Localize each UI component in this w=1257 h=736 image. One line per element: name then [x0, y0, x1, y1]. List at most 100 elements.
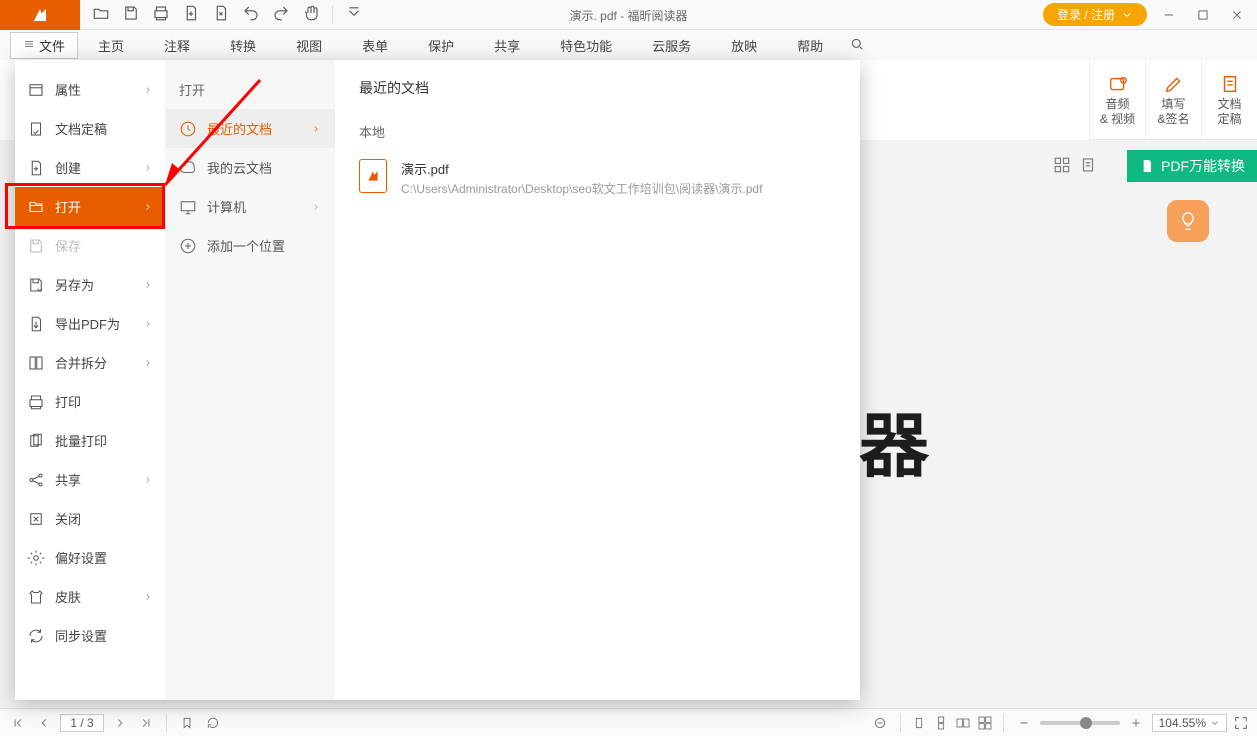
tab-form[interactable]: 表单 — [342, 30, 408, 60]
tab-view[interactable]: 视图 — [276, 30, 342, 60]
backstage-main-menu: 属性 文档定稿 创建 打开 保存 另存为 导出PDF为 — [15, 60, 165, 700]
open-submenu-title: 打开 — [165, 70, 335, 109]
qat-dropdown-icon[interactable] — [345, 4, 363, 25]
reflow-icon[interactable] — [870, 713, 890, 733]
bs-preferences[interactable]: 偏好设置 — [15, 538, 165, 577]
separator — [332, 6, 333, 24]
tab-features[interactable]: 特色功能 — [540, 30, 632, 60]
bs-close[interactable]: 关闭 — [15, 499, 165, 538]
hand-tool-icon[interactable] — [302, 4, 320, 25]
layout-facing-icon[interactable] — [955, 715, 971, 731]
layout-continuous-facing-icon[interactable] — [977, 715, 993, 731]
tab-present[interactable]: 放映 — [711, 30, 777, 60]
zoom-in-button[interactable] — [1126, 713, 1146, 733]
bs-properties[interactable]: 属性 — [15, 70, 165, 109]
file-tab-label: 文件 — [39, 36, 65, 55]
backstage-open-submenu: 打开 最近的文档 我的云文档 计算机 添加一个位置 — [165, 60, 335, 700]
bs-item-label: 打开 — [55, 197, 81, 216]
prev-page-button[interactable] — [34, 713, 54, 733]
ribbon-audio-video[interactable]: 音频& 视频 — [1089, 60, 1145, 139]
close-button[interactable] — [1225, 3, 1249, 27]
ribbon-finalize[interactable]: 文档定稿 — [1201, 60, 1257, 139]
redo-icon[interactable] — [272, 4, 290, 25]
open-computer[interactable]: 计算机 — [165, 187, 335, 226]
print-icon[interactable] — [152, 4, 170, 25]
minimize-button[interactable] — [1157, 3, 1181, 27]
search-icon[interactable] — [843, 36, 865, 55]
bs-item-label: 批量打印 — [55, 431, 107, 450]
bs-item-label: 导出PDF为 — [55, 314, 120, 333]
tab-protect[interactable]: 保护 — [408, 30, 474, 60]
login-button[interactable]: 登录 / 注册 — [1043, 3, 1147, 26]
bookmark-icon[interactable] — [177, 713, 197, 733]
bs-mergesplit[interactable]: 合并拆分 — [15, 343, 165, 382]
first-page-button[interactable] — [8, 713, 28, 733]
page-indicator[interactable]: 1 / 3 — [60, 714, 104, 732]
bs-skin[interactable]: 皮肤 — [15, 577, 165, 616]
backstage-recent-panel: 最近的文档 本地 演示.pdf C:\Users\Administrator\D… — [335, 60, 860, 700]
tab-help[interactable]: 帮助 — [777, 30, 843, 60]
page-plus-icon[interactable] — [182, 4, 200, 25]
last-page-button[interactable] — [136, 713, 156, 733]
bs-open[interactable]: 打开 — [15, 187, 165, 226]
open-icon[interactable] — [92, 4, 110, 25]
zoom-value[interactable]: 104.55% — [1152, 714, 1227, 732]
zoom-out-button[interactable] — [1014, 713, 1034, 733]
bs-item-label: 偏好设置 — [55, 548, 107, 567]
bs-exportpdf[interactable]: 导出PDF为 — [15, 304, 165, 343]
recent-file-name: 演示.pdf — [401, 159, 762, 178]
file-tab[interactable]: 文件 — [10, 32, 78, 59]
bs-item-label: 另存为 — [55, 275, 94, 294]
hamburger-icon — [23, 38, 35, 53]
tab-home[interactable]: 主页 — [78, 30, 144, 60]
recent-panel-title: 最近的文档 — [359, 78, 836, 98]
ribbon-tabs: 文件 主页 注释 转换 视图 表单 保护 共享 特色功能 云服务 放映 帮助 — [0, 30, 1257, 60]
bs-item-label: 保存 — [55, 236, 81, 255]
layout-single-icon[interactable] — [911, 715, 927, 731]
pdf-convert-button[interactable]: PDF万能转换 — [1127, 150, 1257, 182]
bs-sub-label: 计算机 — [207, 197, 246, 216]
bs-save: 保存 — [15, 226, 165, 265]
open-recent[interactable]: 最近的文档 — [165, 109, 335, 148]
tab-convert[interactable]: 转换 — [210, 30, 276, 60]
recent-section-local: 本地 — [359, 122, 836, 141]
bs-item-label: 合并拆分 — [55, 353, 107, 372]
page-icon[interactable] — [1079, 156, 1097, 177]
ribbon-fill-sign[interactable]: 填写&签名 — [1145, 60, 1201, 139]
bs-finalize[interactable]: 文档定稿 — [15, 109, 165, 148]
separator — [166, 714, 167, 732]
thumbnail-icon[interactable] — [1053, 156, 1071, 177]
bs-item-label: 皮肤 — [55, 587, 81, 606]
tab-share[interactable]: 共享 — [474, 30, 540, 60]
zoom-slider[interactable] — [1040, 721, 1120, 725]
rotate-icon[interactable] — [203, 713, 223, 733]
save-icon[interactable] — [122, 4, 140, 25]
layout-continuous-icon[interactable] — [933, 715, 949, 731]
page-x-icon[interactable] — [212, 4, 230, 25]
undo-icon[interactable] — [242, 4, 260, 25]
bs-share[interactable]: 共享 — [15, 460, 165, 499]
ribbon-group-label: 填写 — [1161, 97, 1185, 111]
bs-saveas[interactable]: 另存为 — [15, 265, 165, 304]
bs-item-label: 文档定稿 — [55, 119, 107, 138]
bs-batchprint[interactable]: 批量打印 — [15, 421, 165, 460]
bs-item-label: 打印 — [55, 392, 81, 411]
next-page-button[interactable] — [110, 713, 130, 733]
recent-file-item[interactable]: 演示.pdf C:\Users\Administrator\Desktop\se… — [359, 153, 836, 203]
open-cloud[interactable]: 我的云文档 — [165, 148, 335, 187]
quick-access-toolbar — [80, 4, 375, 25]
file-backstage-panel: 属性 文档定稿 创建 打开 保存 另存为 导出PDF为 — [15, 60, 860, 700]
tips-bulb-button[interactable] — [1167, 200, 1209, 242]
statusbar: 1 / 3 104.55% — [0, 708, 1257, 736]
window-title: 演示. pdf - 福昕阅读器 — [569, 0, 687, 30]
bs-print[interactable]: 打印 — [15, 382, 165, 421]
fullscreen-icon[interactable] — [1233, 715, 1249, 731]
tab-comment[interactable]: 注释 — [144, 30, 210, 60]
maximize-button[interactable] — [1191, 3, 1215, 27]
bs-sub-label: 最近的文档 — [207, 119, 272, 138]
bs-sync[interactable]: 同步设置 — [15, 616, 165, 655]
tab-cloud[interactable]: 云服务 — [632, 30, 711, 60]
open-add-place[interactable]: 添加一个位置 — [165, 226, 335, 265]
bs-item-label: 共享 — [55, 470, 81, 489]
bs-create[interactable]: 创建 — [15, 148, 165, 187]
